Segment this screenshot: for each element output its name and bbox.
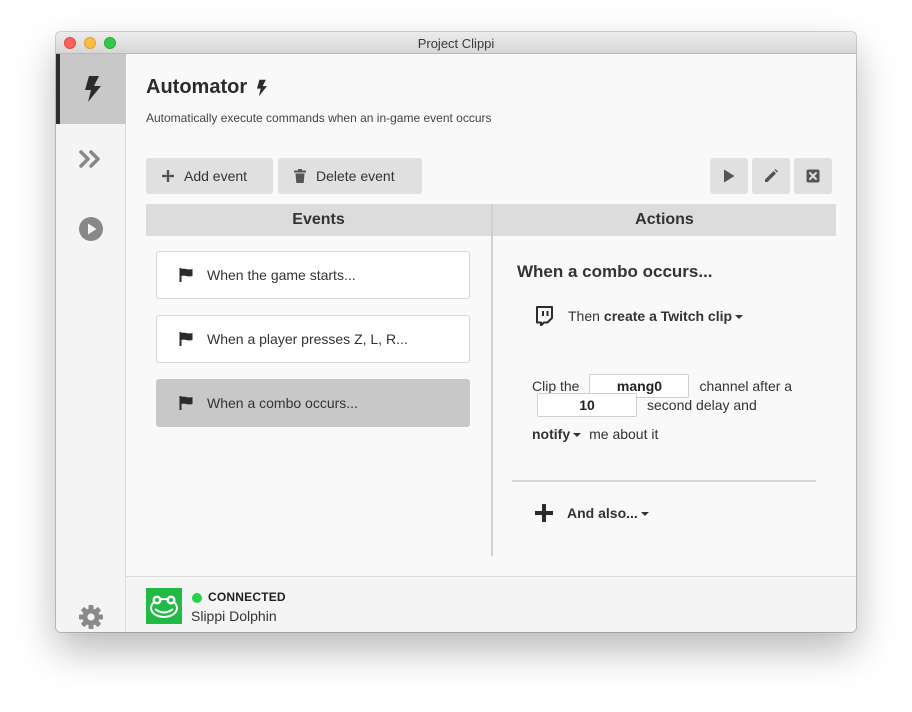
action-heading: When a combo occurs...: [517, 262, 713, 281]
and-also-dropdown[interactable]: And also...: [567, 505, 649, 521]
lightning-icon: [85, 76, 101, 102]
event-item-game-start[interactable]: When the game starts...: [156, 251, 470, 299]
caret-down-icon: [573, 433, 582, 437]
notify-label: notify: [532, 426, 571, 442]
sidebar-item-automator[interactable]: [56, 54, 126, 124]
notify-suffix-text: me about it: [589, 426, 659, 442]
flag-icon: [179, 268, 193, 282]
notify-dropdown[interactable]: notify: [532, 426, 582, 442]
clip-the-text: Clip the: [532, 378, 580, 394]
event-item-combo[interactable]: When a combo occurs...: [156, 379, 470, 427]
delay-input[interactable]: [537, 393, 637, 417]
plus-icon: [162, 170, 174, 182]
add-event-button[interactable]: Add event: [146, 158, 273, 194]
action-then-row: Then create a Twitch clip: [534, 306, 744, 326]
page-title: Automator: [146, 76, 269, 99]
clear-button[interactable]: [794, 158, 832, 194]
channel-after-text: channel after a: [699, 378, 793, 394]
event-item-label: When the game starts...: [207, 267, 356, 283]
delay-suffix-text: second delay and: [647, 397, 757, 413]
notify-row: notify me about it: [532, 426, 658, 442]
event-item-button-press[interactable]: When a player presses Z, L, R...: [156, 315, 470, 363]
caret-down-icon: [640, 512, 649, 516]
gear-icon[interactable]: [78, 604, 104, 630]
then-prefix: Then: [568, 308, 600, 324]
app-window: Project Clippi Automator Automatically e…: [56, 32, 856, 632]
connection-status-dot: [192, 593, 202, 603]
page-subtitle: Automatically execute commands when an i…: [146, 111, 492, 125]
play-circle-icon: [79, 217, 103, 241]
column-divider: [491, 204, 493, 556]
edit-button[interactable]: [752, 158, 790, 194]
double-chevron-right-icon: [79, 150, 100, 168]
status-bar: CONNECTED Slippi Dolphin: [126, 576, 856, 632]
run-button[interactable]: [710, 158, 748, 194]
add-event-label: Add event: [184, 168, 248, 184]
flag-icon: [179, 332, 193, 346]
window-title: Project Clippi: [417, 36, 495, 51]
twitch-icon: [536, 306, 553, 326]
and-also-label: And also...: [567, 505, 638, 521]
events-header: Events: [146, 204, 491, 236]
action-type-dropdown[interactable]: create a Twitch clip: [603, 308, 744, 324]
action-separator: [512, 480, 816, 482]
title-bar: Project Clippi: [56, 32, 856, 54]
page-title-text: Automator: [146, 76, 248, 98]
action-type-label: create a Twitch clip: [603, 308, 733, 324]
event-item-label: When a player presses Z, L, R...: [207, 331, 408, 347]
delay-row: second delay and: [537, 393, 757, 417]
frog-icon: [150, 595, 178, 618]
close-box-icon: [806, 169, 820, 183]
connection-status: CONNECTED: [208, 590, 286, 604]
delete-event-label: Delete event: [316, 168, 395, 184]
flag-icon: [179, 396, 193, 410]
actions-header: Actions: [493, 204, 836, 236]
delete-event-button[interactable]: Delete event: [278, 158, 422, 194]
pencil-icon: [765, 169, 778, 182]
slippi-logo: [146, 588, 182, 624]
sidebar-item-processor[interactable]: [56, 124, 126, 194]
sidebar: [56, 54, 126, 632]
lightning-icon: [257, 79, 268, 96]
and-also-row: And also...: [535, 504, 649, 522]
main-panel: Automator Automatically execute commands…: [126, 54, 856, 576]
sidebar-item-player[interactable]: [56, 194, 126, 264]
connection-source: Slippi Dolphin: [191, 608, 277, 624]
trash-icon: [294, 169, 306, 183]
play-icon: [724, 169, 735, 183]
caret-down-icon: [735, 315, 744, 319]
plus-icon: [535, 504, 553, 522]
event-item-label: When a combo occurs...: [207, 395, 358, 411]
